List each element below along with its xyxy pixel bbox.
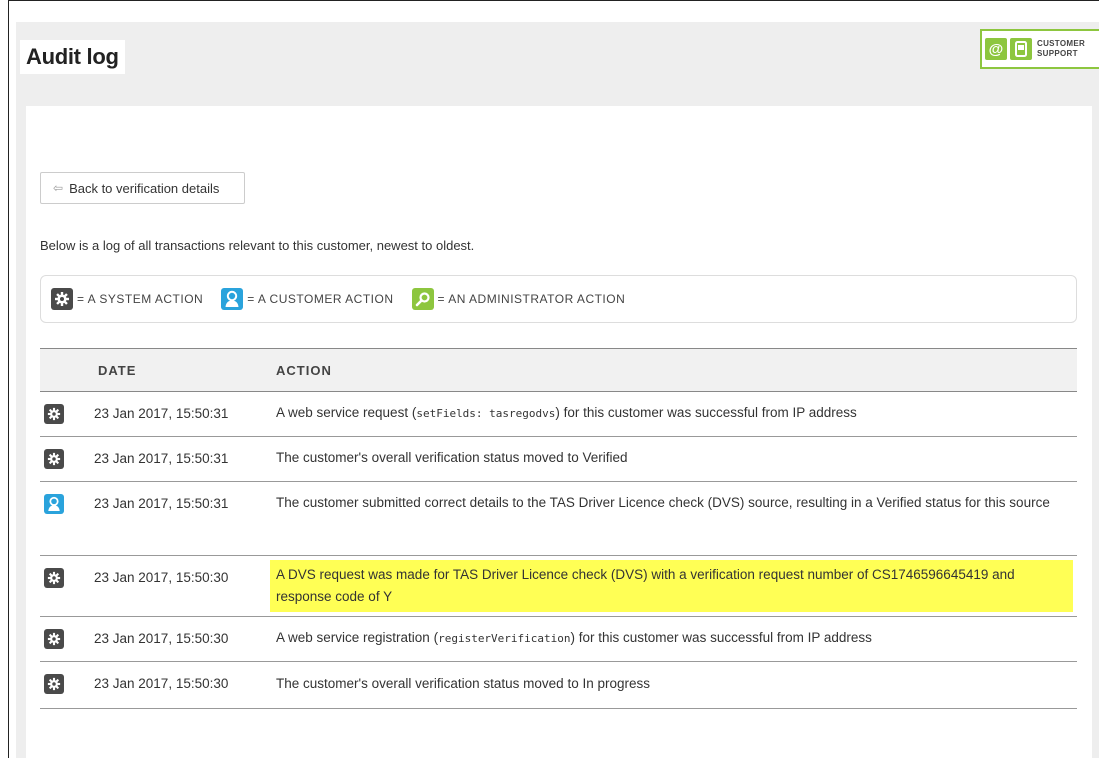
row-action: The customer submitted correct details t… — [276, 495, 1050, 510]
table-row: 23 Jan 2017, 15:50:30 A DVS request was m… — [40, 556, 1077, 617]
table-header: DATE ACTION — [40, 348, 1077, 392]
customer-support-badge[interactable]: @ CUSTOMER SUPPORT — [980, 29, 1099, 69]
row-date: 23 Jan 2017, 15:50:31 — [94, 496, 229, 511]
column-header-action: ACTION — [276, 362, 332, 378]
legend-administrator: = AN ADMINISTRATOR ACTION — [411, 288, 626, 310]
legend-administrator-label: = AN ADMINISTRATOR ACTION — [437, 292, 626, 306]
intro-text: Below is a log of all transactions relev… — [40, 238, 475, 253]
support-label-line2: SUPPORT — [1037, 49, 1078, 58]
magnifier-icon — [411, 288, 434, 310]
row-action-text: ) for this customer was successful from … — [570, 630, 872, 645]
at-icon[interactable]: @ — [985, 38, 1007, 60]
back-to-verification-button[interactable]: ⇦ Back to verification details — [40, 172, 245, 204]
support-label-line1: CUSTOMER — [1037, 39, 1086, 48]
audit-table: DATE ACTION 23 Jan 2017, 15:50:31 A web s… — [40, 348, 1077, 709]
person-icon — [221, 288, 244, 310]
support-label: CUSTOMER SUPPORT — [1037, 39, 1085, 59]
action-legend: = A SYSTEM ACTION = A CUSTOMER ACTION = … — [40, 275, 1077, 323]
table-body: 23 Jan 2017, 15:50:31 A web service reque… — [40, 392, 1077, 709]
row-action-text: A web service request ( — [276, 405, 417, 420]
table-row: 23 Jan 2017, 15:50:30 The customer's over… — [40, 662, 1077, 709]
gear-icon — [44, 674, 64, 694]
row-action: A DVS request was made for TAS Driver Li… — [270, 560, 1073, 612]
back-button-label: Back to verification details — [69, 180, 220, 196]
table-row: 23 Jan 2017, 15:50:31 The customer submit… — [40, 482, 1077, 556]
row-action-text: A web service registration ( — [276, 630, 439, 645]
row-action-code: registerVerification — [438, 632, 571, 645]
row-action: The customer's overall verification stat… — [276, 676, 650, 691]
legend-system-label: = A SYSTEM ACTION — [77, 292, 204, 306]
page-title-box: Audit log — [20, 40, 125, 74]
row-date: 23 Jan 2017, 15:50:30 — [94, 631, 229, 646]
person-icon — [44, 494, 64, 514]
row-action: A web service registration (registerVeri… — [270, 627, 1073, 650]
table-row: 23 Jan 2017, 15:50:30 A web service regis… — [40, 617, 1077, 662]
row-action-code: setFields: tasregodvs — [416, 407, 556, 420]
legend-system: = A SYSTEM ACTION — [51, 288, 203, 310]
gear-icon — [44, 568, 64, 588]
phone-icon[interactable] — [1010, 38, 1032, 60]
row-date: 23 Jan 2017, 15:50:31 — [94, 406, 229, 421]
arrow-left-icon: ⇦ — [53, 181, 64, 195]
gear-icon — [44, 629, 64, 649]
legend-customer: = A CUSTOMER ACTION — [221, 288, 393, 310]
row-date: 23 Jan 2017, 15:50:30 — [94, 570, 229, 585]
page-title: Audit log — [26, 44, 119, 69]
gear-icon — [51, 288, 73, 310]
legend-customer-label: = A CUSTOMER ACTION — [247, 292, 394, 306]
row-date: 23 Jan 2017, 15:50:31 — [94, 451, 229, 466]
table-row: 23 Jan 2017, 15:50:31 The customer's over… — [40, 437, 1077, 482]
row-date: 23 Jan 2017, 15:50:30 — [94, 676, 229, 691]
row-action: A web service request (setFields: tasreg… — [270, 402, 1073, 425]
gear-icon — [44, 404, 64, 424]
table-row: 23 Jan 2017, 15:50:31 A web service reque… — [40, 392, 1077, 437]
row-action: The customer's overall verification stat… — [276, 450, 628, 465]
gear-icon — [44, 449, 64, 469]
row-action-text: ) for this customer was successful from … — [555, 405, 857, 420]
column-header-date: DATE — [98, 362, 137, 378]
